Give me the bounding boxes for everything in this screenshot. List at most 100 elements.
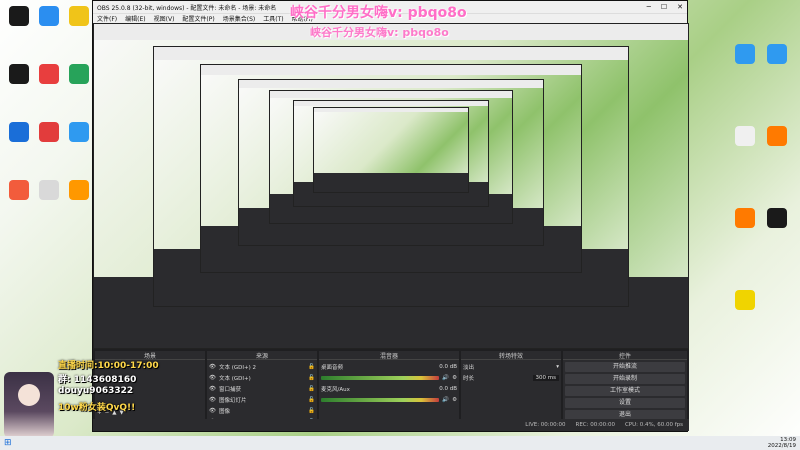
app-icon [39, 64, 59, 84]
avatar [4, 372, 54, 438]
desktop-icon[interactable] [62, 6, 96, 27]
desktop-icon[interactable] [32, 122, 66, 143]
eye-icon[interactable]: 👁 [209, 375, 216, 381]
menu-view[interactable]: 视图(V) [154, 14, 175, 23]
windows-start-icon[interactable]: ⊞ [4, 438, 12, 448]
app-icon [767, 44, 787, 64]
app-icon [735, 290, 755, 310]
track-label: 麦克风/Aux [321, 386, 350, 393]
menu-profile[interactable]: 配置文件(P) [182, 14, 214, 23]
lock-icon[interactable]: 🔓 [308, 408, 315, 414]
app-icon [9, 122, 29, 142]
app-icon [69, 64, 89, 84]
app-icon [39, 122, 59, 142]
speaker-icon[interactable]: 🔊 [442, 397, 449, 403]
start-recording-button[interactable]: 开始录制 [565, 374, 685, 384]
menu-edit[interactable]: 编辑(E) [125, 14, 145, 23]
desktop-icon[interactable] [2, 64, 36, 85]
desktop-icon[interactable] [32, 6, 66, 27]
controls-dock: 控件 开始推流 开始录制 工作室模式 设置 退出 [563, 351, 687, 420]
eye-icon[interactable]: 👁 [209, 386, 216, 392]
preview-canvas[interactable] [93, 23, 689, 349]
volume-meter [321, 375, 440, 380]
desktop-icon[interactable] [760, 208, 794, 229]
close-icon[interactable]: ✕ [677, 3, 683, 11]
desktop-icon[interactable] [2, 180, 36, 201]
live-status: LIVE: 00:00:00 [525, 422, 566, 428]
desktop-icon[interactable] [62, 64, 96, 85]
volume-meter [321, 397, 440, 402]
minimize-icon[interactable]: ─ [647, 3, 651, 11]
gear-icon[interactable]: ⚙ [452, 397, 457, 403]
app-icon [735, 126, 755, 146]
douyu-id: douyu9063322 [58, 386, 134, 396]
desktop-icon[interactable] [760, 44, 794, 65]
window-title: OBS 25.0.8 (32-bit, windows) - 配置文件: 未命名… [97, 4, 277, 12]
desktop-icon[interactable] [32, 64, 66, 85]
app-icon [39, 180, 59, 200]
eye-icon[interactable]: 👁 [209, 397, 216, 403]
fans-label: 10w粉女装QvQ!! [58, 403, 136, 413]
desktop-icon[interactable] [32, 180, 66, 201]
desktop-icon[interactable] [62, 180, 96, 201]
lock-icon[interactable]: 🔓 [308, 397, 315, 403]
studio-mode-button[interactable]: 工作室模式 [565, 386, 685, 396]
source-item[interactable]: 👁 图像幻灯片 🔓 [209, 395, 315, 404]
mixer-track-desktop: 桌面音频 0.0 dB [321, 362, 457, 371]
eye-icon[interactable]: 👁 [209, 364, 216, 370]
desktop-icon[interactable] [728, 126, 762, 147]
desktop-icon[interactable] [728, 208, 762, 229]
settings-button[interactable]: 设置 [565, 398, 685, 408]
desktop-icon[interactable] [728, 290, 762, 311]
app-icon [9, 180, 29, 200]
start-streaming-button[interactable]: 开始推流 [565, 362, 685, 372]
window-controls: ─ ☐ ✕ [647, 3, 683, 11]
menu-scene-collection[interactable]: 场景集合(S) [223, 14, 256, 23]
desktop-icon[interactable] [760, 126, 794, 147]
app-icon [9, 64, 29, 84]
overlay-watermark-echo: 峡谷千分男女嗨v: pbqo8o [310, 26, 449, 39]
duration-input[interactable]: 300 ms [532, 374, 559, 381]
streamer-panel: 直播时间:10:00-17:00 群: 1143608160 douyu9063… [0, 358, 160, 438]
sources-dock: 来源 👁 文本 (GDI+) 2 🔓 👁 文本 (GDI+) 🔓 👁 窗口捕获 🔓 👁 图像幻灯片 🔓… [207, 351, 317, 426]
source-item[interactable]: 👁 文本 (GDI+) 2 🔓 [209, 362, 315, 371]
menu-tools[interactable]: 工具(T) [263, 14, 283, 23]
eye-icon[interactable]: 👁 [209, 408, 216, 414]
source-item[interactable]: 👁 文本 (GDI+) 🔓 [209, 373, 315, 382]
dock-area: 场景 + − ▲ ▼ 来源 👁 文本 (GDI+) 2 🔓 👁 文本 (GDI+) 🔓 👁 窗… [93, 349, 689, 426]
lock-icon[interactable]: 🔓 [308, 375, 315, 381]
source-label: 窗口捕获 [218, 386, 241, 393]
group-number: 群: 1143608160 [58, 375, 137, 385]
app-icon [767, 208, 787, 228]
status-bar: LIVE: 00:00:00 REC: 00:00:00 CPU: 0.4%, … [93, 419, 689, 431]
sources-title: 来源 [207, 351, 317, 360]
controls-title: 控件 [563, 351, 687, 360]
source-label: 文本 (GDI+) [218, 375, 251, 382]
app-icon [735, 208, 755, 228]
speaker-icon[interactable]: 🔊 [442, 375, 449, 381]
menu-file[interactable]: 文件(F) [97, 14, 117, 23]
duration-label: 时长 [463, 375, 475, 382]
track-db: 0.0 dB [439, 363, 457, 370]
maximize-icon[interactable]: ☐ [661, 3, 667, 11]
lock-icon[interactable]: 🔓 [308, 364, 315, 370]
source-label: 图像 [218, 408, 230, 415]
taskbar-clock[interactable]: 13:09 2022/8/19 [768, 437, 796, 449]
desktop-icon[interactable] [62, 122, 96, 143]
desktop-icon[interactable] [728, 44, 762, 65]
preview-mirror-frame [312, 107, 470, 193]
app-icon [69, 122, 89, 142]
desktop-icon[interactable] [2, 6, 36, 27]
source-item[interactable]: 👁 窗口捕获 🔓 [209, 384, 315, 393]
desktop-icon[interactable] [2, 122, 36, 143]
app-icon [69, 180, 89, 200]
transitions-dock: 转场特效 淡出 ▾ 时长 300 ms [461, 351, 561, 419]
app-icon [9, 6, 29, 26]
cpu-status: CPU: 0.4%, 60.00 fps [624, 422, 683, 428]
track-db: 0.0 dB [439, 385, 457, 392]
transition-select[interactable]: 淡出 ▾ [463, 362, 559, 371]
lock-icon[interactable]: 🔓 [308, 386, 315, 392]
source-label: 图像幻灯片 [218, 397, 247, 404]
source-item[interactable]: 👁 图像 🔓 [209, 406, 315, 415]
gear-icon[interactable]: ⚙ [452, 375, 457, 381]
